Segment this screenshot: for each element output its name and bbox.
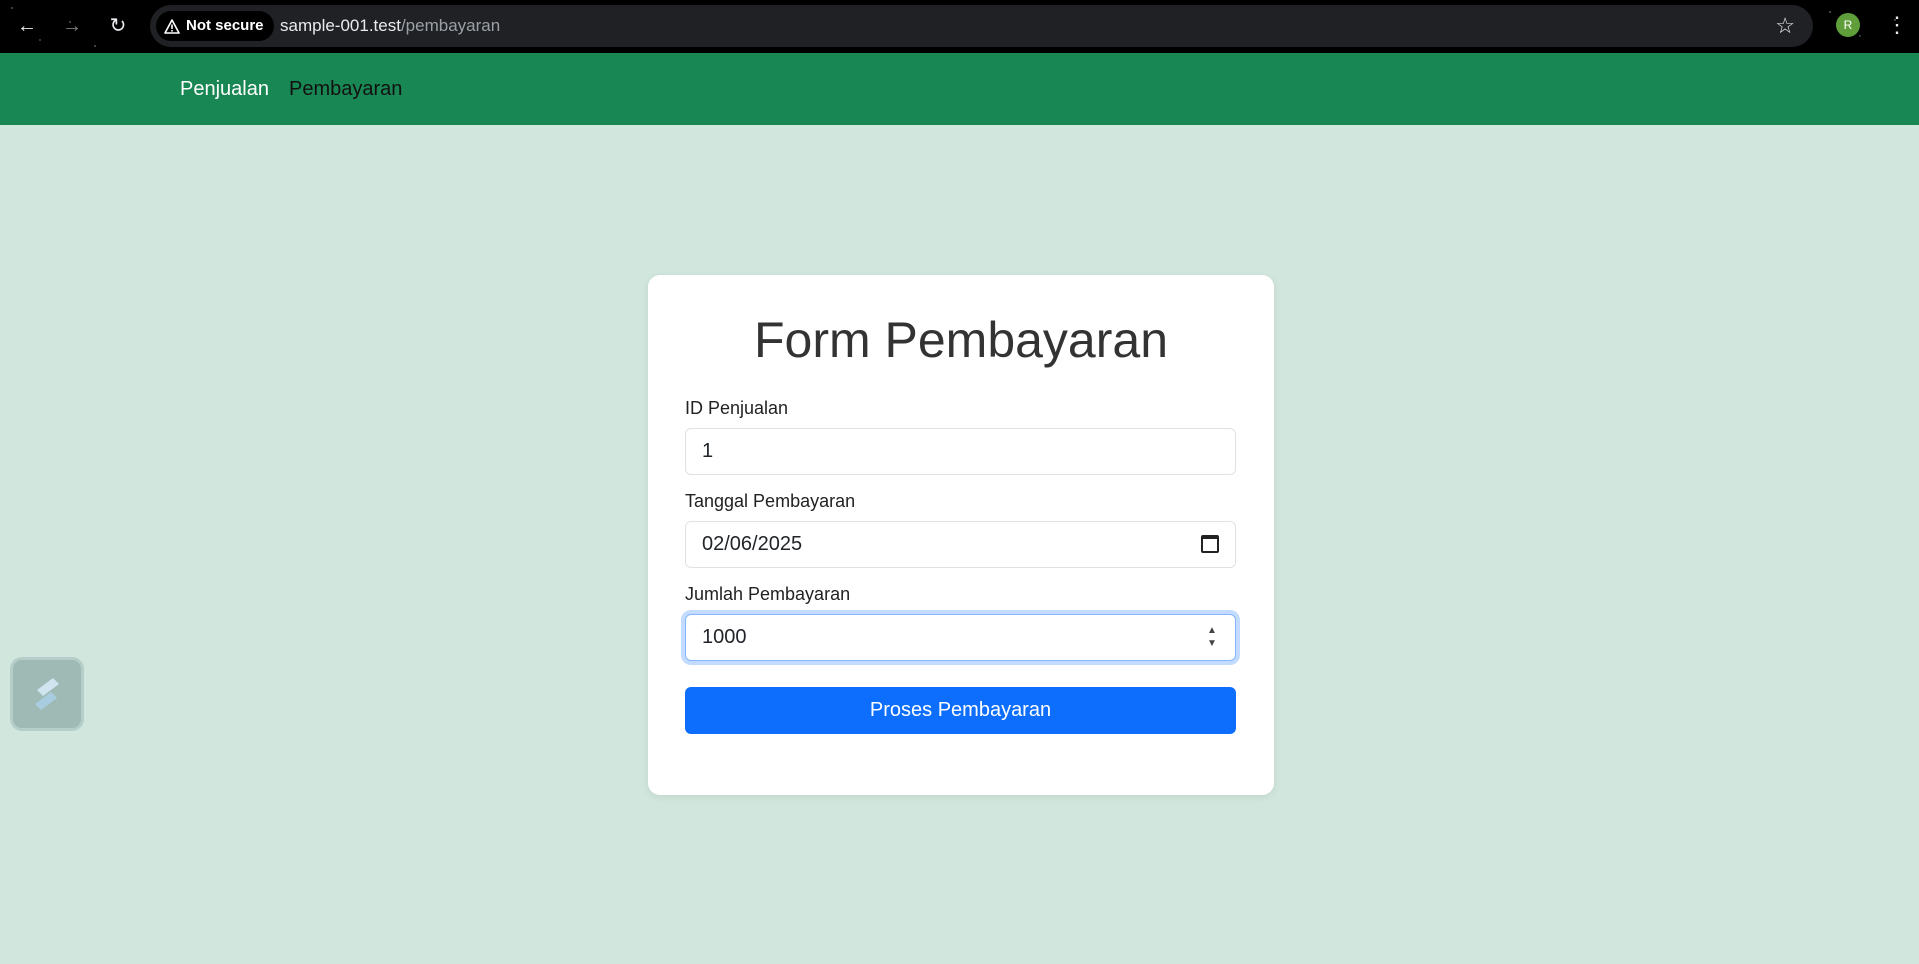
url-text[interactable]: sample-001.test/pembayaran bbox=[280, 5, 500, 47]
tanggal-pembayaran-input[interactable]: 02/06/2025 bbox=[685, 521, 1236, 568]
nav-link-penjualan[interactable]: Penjualan bbox=[180, 53, 269, 125]
forward-arrow-icon[interactable]: → bbox=[57, 12, 87, 40]
tanggal-pembayaran-value: 02/06/2025 bbox=[702, 533, 803, 555]
payment-form-card: Form Pembayaran ID Penjualan 1 Tanggal P… bbox=[648, 275, 1274, 795]
tanggal-pembayaran-label: Tanggal Pembayaran bbox=[685, 491, 856, 511]
jumlah-pembayaran-value: 1000 bbox=[702, 626, 747, 648]
browser-menu-icon[interactable]: ⋮ bbox=[1886, 10, 1908, 40]
proses-pembayaran-button[interactable]: Proses Pembayaran bbox=[685, 687, 1236, 734]
extension-logo-icon bbox=[35, 678, 59, 710]
warning-icon bbox=[164, 18, 180, 34]
jumlah-pembayaran-input[interactable]: 1000 ▲ ▼ bbox=[685, 614, 1236, 661]
calendar-icon[interactable] bbox=[1201, 535, 1219, 553]
number-spinner-icon[interactable]: ▲ ▼ bbox=[1205, 624, 1219, 652]
url-path: /pembayaran bbox=[400, 16, 501, 35]
url-host: sample-001.test bbox=[280, 16, 401, 35]
app-navbar: Penjualan Pembayaran bbox=[0, 53, 1919, 125]
floating-extension-widget[interactable] bbox=[10, 657, 84, 731]
browser-toolbar: ← → ↻ Not secure sample-001.test/pembaya… bbox=[0, 0, 1919, 53]
address-bar[interactable]: Not secure sample-001.test/pembayaran ☆ bbox=[150, 5, 1813, 47]
security-label: Not secure bbox=[186, 17, 264, 34]
id-penjualan-input[interactable]: 1 bbox=[685, 428, 1236, 475]
profile-avatar[interactable]: R bbox=[1836, 13, 1860, 37]
reload-icon[interactable]: ↻ bbox=[103, 12, 133, 40]
id-penjualan-label: ID Penjualan bbox=[685, 398, 789, 418]
form-title: Form Pembayaran bbox=[753, 312, 1169, 368]
nav-link-pembayaran[interactable]: Pembayaran bbox=[289, 53, 402, 125]
security-chip[interactable]: Not secure bbox=[156, 11, 274, 41]
back-arrow-icon[interactable]: ← bbox=[12, 12, 42, 40]
bookmark-star-icon[interactable]: ☆ bbox=[1775, 14, 1795, 38]
jumlah-pembayaran-label: Jumlah Pembayaran bbox=[685, 584, 851, 604]
